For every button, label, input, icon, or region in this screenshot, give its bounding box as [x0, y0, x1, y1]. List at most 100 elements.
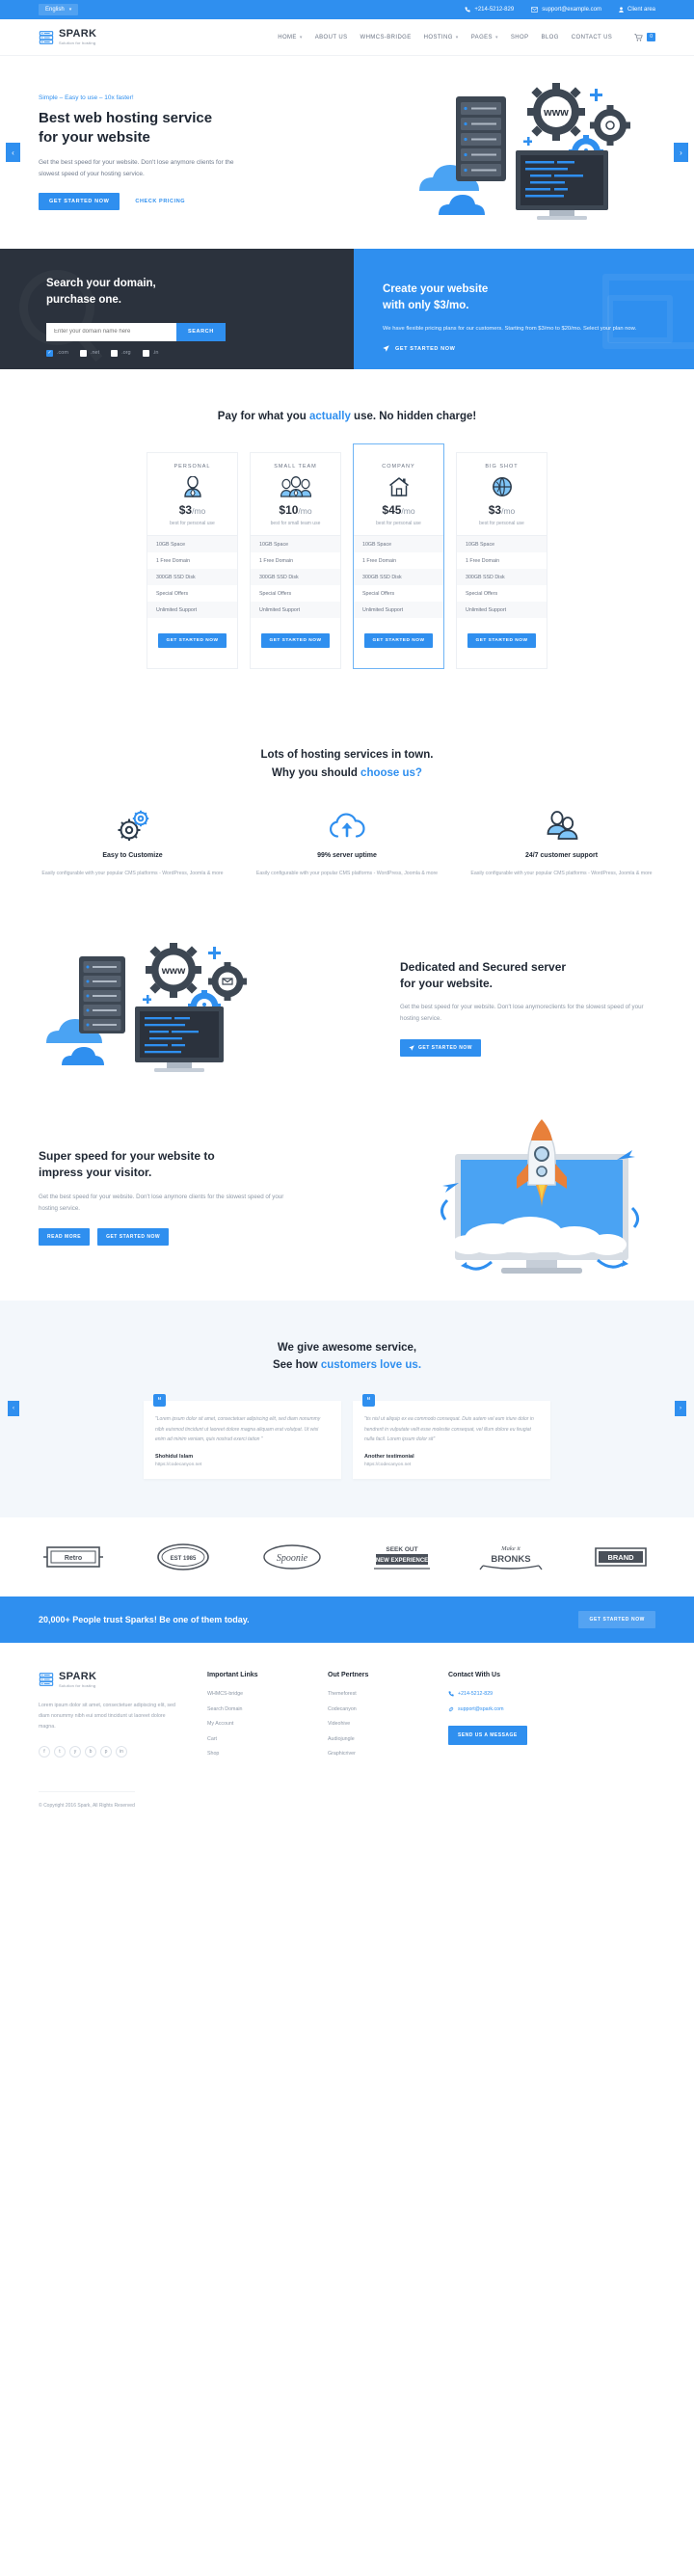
promo-get-started-button[interactable]: GET STARTED NOW: [383, 345, 694, 352]
tld-label: .net: [90, 350, 100, 356]
plan-subtitle: best for personal use: [170, 521, 215, 527]
footer-link-search-domain[interactable]: Search Domain: [207, 1706, 328, 1712]
checkbox-icon[interactable]: [142, 349, 149, 357]
send-message-button[interactable]: SEND US A MESSAGE: [448, 1726, 527, 1746]
cart-button[interactable]: 0: [634, 32, 655, 42]
support-people-icon: [467, 809, 655, 842]
quote-icon: “: [362, 1394, 375, 1408]
plan-feature: 10GB Space: [147, 536, 237, 553]
testimonial-prev-button[interactable]: ‹: [8, 1401, 19, 1417]
speed-get-started-button[interactable]: GET STARTED NOW: [97, 1228, 170, 1247]
hero-get-started-button[interactable]: GET STARTED NOW: [39, 192, 120, 210]
nav-item-contact-us[interactable]: CONTACT US: [572, 35, 612, 40]
plan-feature: 300GB SSD Disk: [251, 569, 340, 586]
footer-email[interactable]: support@spark.com: [448, 1706, 602, 1712]
nav-item-blog[interactable]: BLOG: [541, 35, 558, 40]
footer-partner-themeforest[interactable]: Themeforest: [328, 1691, 448, 1697]
footer-partners: Out Pertners Themeforest Codecanyon Vide…: [328, 1672, 448, 1766]
plan-get-started-button[interactable]: GET STARTED NOW: [467, 633, 536, 649]
tld-option-org[interactable]: .org: [111, 349, 131, 357]
speed-title-line2: impress your visitor.: [39, 1166, 152, 1180]
plan-get-started-button[interactable]: GET STARTED NOW: [158, 633, 227, 649]
feature-description: Easily configurable with your popular CM…: [41, 871, 224, 877]
feature-card-support: 24/7 customer support Easily configurabl…: [467, 809, 655, 878]
footer-link-my-account[interactable]: My Account: [207, 1721, 328, 1727]
plan-get-started-button[interactable]: GET STARTED NOW: [261, 633, 330, 649]
vintage-badge-logo: EST 1985: [148, 1541, 218, 1573]
nav-item-home[interactable]: HOME ▾: [278, 35, 303, 40]
footer-phone[interactable]: +214-5212-829: [448, 1691, 602, 1697]
group-icon: [251, 476, 340, 498]
client-area-link[interactable]: Client area: [619, 7, 655, 13]
testimonial-url: https://codecanyon.net: [155, 1462, 202, 1468]
testimonial-next-button[interactable]: ›: [675, 1401, 686, 1417]
bronks-label-logo: Make it BRONKS: [476, 1541, 546, 1573]
checkbox-icon[interactable]: [79, 349, 87, 357]
plan-feature: Special Offers: [156, 590, 189, 597]
gears-icon: [39, 809, 227, 842]
spoonie-script-logo: Spoonie: [257, 1541, 327, 1573]
main-navigation: SPARK Solution for hosting HOME ▾ ABOUT U…: [0, 19, 694, 56]
plan-feature: 1 Free Domain: [156, 557, 191, 564]
site-footer: SPARK Solution for hosting Lorem ipsum d…: [0, 1643, 694, 1822]
plan-get-started-button[interactable]: GET STARTED NOW: [364, 633, 433, 649]
nav-item-hosting[interactable]: HOSTING ▾: [424, 35, 459, 40]
nav-item-about-us[interactable]: ABOUT US: [315, 35, 348, 40]
hero-prev-button[interactable]: ‹: [6, 143, 20, 162]
pinterest-icon[interactable]: p: [100, 1745, 112, 1758]
promo-title-line2: with only $3/mo.: [383, 300, 469, 312]
hero-check-pricing-link[interactable]: CHECK PRICING: [135, 199, 185, 204]
nav-item-shop[interactable]: SHOP: [511, 35, 529, 40]
behance-icon[interactable]: b: [85, 1745, 96, 1758]
pricing-heading-post: use. No hidden charge!: [350, 411, 477, 422]
hero-title-line2: for your website: [39, 129, 150, 147]
tld-option-net[interactable]: .net: [79, 349, 100, 357]
features-grid: Easy to Customize Easily configurable wi…: [39, 809, 655, 878]
domain-search-button[interactable]: SEARCH: [176, 322, 226, 341]
hero-next-button[interactable]: ›: [674, 143, 688, 162]
plan-feature: 10GB Space: [457, 536, 547, 553]
footer-logo[interactable]: SPARK Solution for hosting: [39, 1672, 207, 1688]
plan-feature: 10GB Space: [251, 536, 340, 553]
footer-partner-videohive[interactable]: Videohive: [328, 1721, 448, 1727]
footer-link-cart[interactable]: Cart: [207, 1736, 328, 1742]
checkbox-icon[interactable]: [111, 349, 119, 357]
plan-feature: Unlimited Support: [147, 602, 237, 619]
speed-read-more-button[interactable]: READ MORE: [39, 1228, 91, 1247]
testimonial-text: "Lorem ipsum dolor sit amet, consectetue…: [155, 1416, 321, 1442]
domain-title-line2: purchase one.: [46, 294, 121, 307]
dedicated-description: Get the best speed for your website. Don…: [400, 1004, 644, 1023]
cta-banner-button[interactable]: GET STARTED NOW: [578, 1611, 655, 1629]
dedicated-cta-label: GET STARTED NOW: [418, 1044, 473, 1051]
youtube-icon[interactable]: y: [69, 1745, 81, 1758]
facebook-icon[interactable]: f: [39, 1745, 50, 1758]
twitter-icon[interactable]: t: [54, 1745, 66, 1758]
checkbox-icon[interactable]: [46, 349, 53, 357]
topbar-email[interactable]: support@example.com: [531, 7, 601, 13]
nav-label: HOSTING: [423, 34, 453, 40]
nav-label: PAGES: [470, 34, 493, 40]
nav-label: HOME: [278, 34, 297, 40]
linkedin-icon[interactable]: in: [116, 1745, 127, 1758]
site-logo[interactable]: SPARK Solution for hosting: [39, 29, 96, 45]
plan-subtitle: best for small team use: [270, 521, 321, 527]
nav-item-pages[interactable]: PAGES ▾: [471, 35, 498, 40]
tld-option-in[interactable]: .in: [142, 349, 158, 357]
footer-link-whmcs-bridge[interactable]: WHMCS-bridge: [207, 1691, 328, 1697]
nav-item-whmcs-bridge[interactable]: WHMCS-BRIDGE: [360, 35, 412, 40]
footer-partner-graphicriver[interactable]: Graphicriver: [328, 1751, 448, 1757]
tld-option-com[interactable]: .com: [46, 349, 68, 357]
domain-search-input[interactable]: [46, 322, 176, 341]
footer-link-shop[interactable]: Shop: [207, 1751, 328, 1757]
testimonial-card: “ "Lorem ipsum dolor sit amet, consectet…: [144, 1394, 341, 1480]
topbar-phone[interactable]: +214-5212-829: [465, 7, 514, 13]
dedicated-get-started-button[interactable]: GET STARTED NOW: [400, 1038, 482, 1057]
footer-partner-codecanyon[interactable]: Codecanyon: [328, 1706, 448, 1712]
language-selector[interactable]: English ▾: [39, 4, 79, 15]
footer-social-links: f t y b p in: [39, 1745, 207, 1758]
plan-feature: Special Offers: [466, 590, 498, 597]
plan-feature: Unlimited Support: [251, 602, 340, 619]
testimonials-heading-highlight: customers love us.: [320, 1358, 422, 1371]
footer-partner-audiojungle[interactable]: Audiojungle: [328, 1736, 448, 1742]
plan-feature: 1 Free Domain: [259, 557, 294, 564]
